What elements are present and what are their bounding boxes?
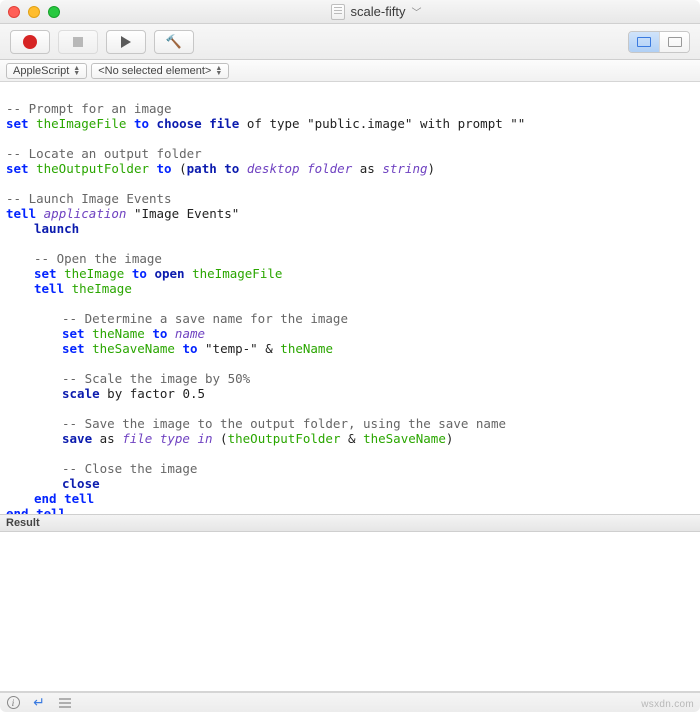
titlebar: scale-fifty ﹀ — [0, 0, 700, 24]
updown-icon: ▲▼ — [73, 66, 80, 76]
chevron-down-icon[interactable]: ﹀ — [411, 4, 421, 19]
result-pane[interactable] — [0, 532, 700, 692]
stop-button[interactable] — [58, 30, 98, 54]
view-result-button[interactable] — [629, 32, 659, 52]
code-editor[interactable]: -- Prompt for an image set theImageFile … — [0, 82, 700, 514]
description-button[interactable] — [58, 696, 72, 710]
status-bar: i ↵ — [0, 692, 700, 712]
element-selector[interactable]: <No selected element> ▲▼ — [91, 63, 229, 79]
language-selector[interactable]: AppleScript ▲▼ — [6, 63, 87, 79]
result-icon — [637, 37, 651, 47]
run-return-button[interactable]: ↵ — [32, 696, 46, 710]
language-label: AppleScript — [13, 65, 69, 77]
minimize-window-button[interactable] — [28, 6, 40, 18]
log-icon — [668, 37, 682, 47]
toolbar: 🔨 — [0, 24, 700, 60]
close-window-button[interactable] — [8, 6, 20, 18]
info-button[interactable]: i — [6, 696, 20, 710]
window-title: scale-fifty — [351, 4, 406, 19]
compile-button[interactable]: 🔨 — [154, 30, 194, 54]
view-log-button[interactable] — [659, 32, 689, 52]
view-toggle — [628, 31, 690, 53]
hammer-icon: 🔨 — [166, 34, 182, 50]
window-controls — [8, 6, 60, 18]
selected-element-label: <No selected element> — [98, 65, 211, 77]
play-icon — [121, 36, 131, 48]
stop-icon — [73, 37, 83, 47]
zoom-window-button[interactable] — [48, 6, 60, 18]
watermark: wsxdn.com — [641, 699, 694, 710]
navigation-bar: AppleScript ▲▼ <No selected element> ▲▼ — [0, 60, 700, 82]
record-button[interactable] — [10, 30, 50, 54]
updown-icon: ▲▼ — [215, 66, 222, 76]
document-icon — [331, 4, 345, 20]
run-button[interactable] — [106, 30, 146, 54]
record-icon — [23, 35, 37, 49]
result-header: Result — [0, 514, 700, 532]
